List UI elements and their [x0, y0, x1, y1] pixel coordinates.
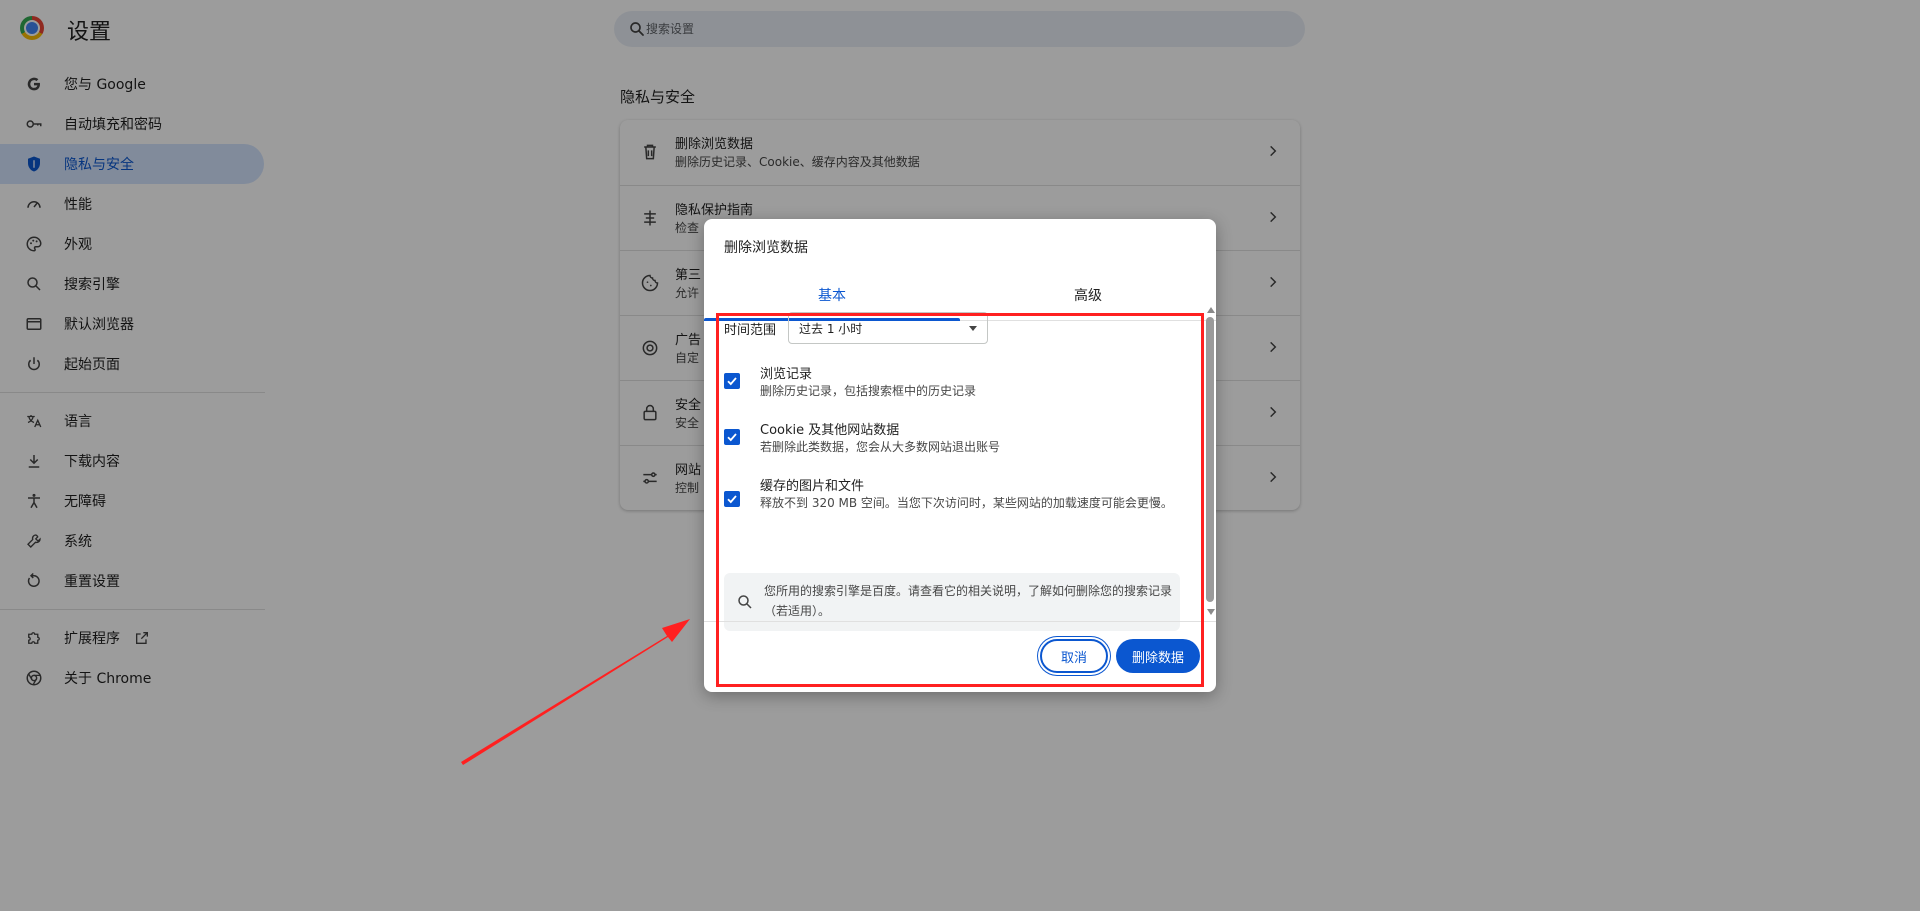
scroll-up-arrow-icon[interactable] [1207, 307, 1215, 313]
dialog-title: 删除浏览数据 [724, 240, 808, 256]
scroll-thumb[interactable] [1206, 317, 1214, 602]
annotation-highlight-box [716, 313, 1204, 687]
dialog-scrollbar[interactable] [1204, 307, 1216, 617]
scroll-down-arrow-icon[interactable] [1207, 609, 1215, 615]
